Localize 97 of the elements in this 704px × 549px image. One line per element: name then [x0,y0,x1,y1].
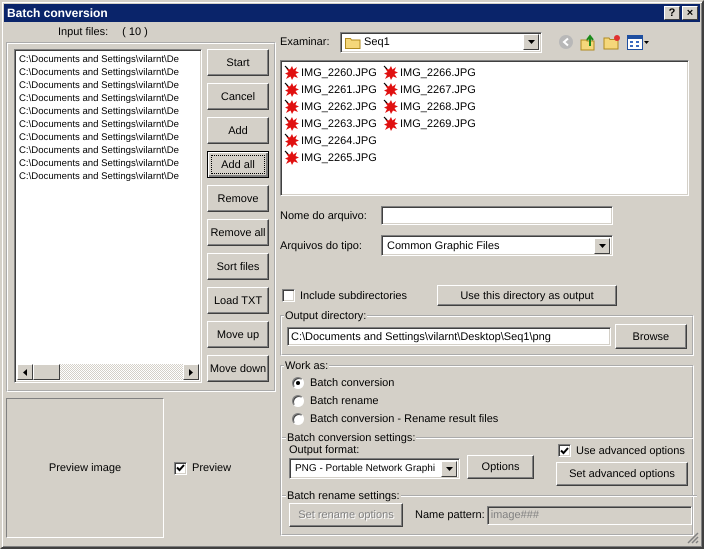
window-title: Batch conversion [7,6,109,20]
image-file-icon [284,116,300,132]
image-file-item[interactable]: IMG_2261.JPG [284,81,383,98]
image-file-icon [284,132,300,148]
resize-grip[interactable] [687,532,699,544]
help-button[interactable]: ? [664,6,680,20]
close-button[interactable]: × [682,6,698,20]
new-folder-icon[interactable] [603,34,621,50]
horizontal-scrollbar[interactable] [17,364,199,380]
output-directory-field[interactable]: C:\Documents and Settings\vilarnt\Desktop\Seq1\png [287,327,611,346]
file-path[interactable]: C:\Documents and Settings\vilarnt\De [19,92,179,105]
list-action-button[interactable]: Load TXT [207,287,269,314]
image-file-item[interactable]: IMG_2263.JPG [284,115,383,132]
right-arrow-icon [189,368,193,376]
file-name-label: Nome do arquivo: [280,210,368,222]
list-action-button[interactable]: Add [207,117,269,144]
list-action-button[interactable]: Add all [207,151,269,178]
folder-name: Seq1 [363,36,391,48]
file-count: ( 10 ) [122,26,148,38]
radio-button[interactable] [292,377,304,389]
caret-icon [528,40,534,44]
up-folder-icon[interactable] [580,34,597,50]
options-button[interactable]: Options [467,455,534,479]
file-path[interactable]: C:\Documents and Settings\vilarnt\De [19,118,179,131]
view-menu-icon[interactable] [627,34,649,50]
checkbox-label[interactable]: Include subdirectories [300,290,408,302]
browse-button[interactable]: Browse [614,324,687,349]
look-in-label: Examinar: [280,36,331,48]
checkbox[interactable] [558,444,571,457]
caret-icon [598,244,606,248]
checkbox-label[interactable]: Use advanced options [576,444,685,456]
file-type-label: Arquivos do tipo: [280,240,363,252]
image-file-item[interactable]: IMG_2268.JPG [383,98,482,115]
image-file-icon [383,64,399,80]
radio-button[interactable] [292,413,304,425]
file-type-dropdown[interactable]: Common Graphic Files [381,235,613,256]
file-path[interactable]: C:\Documents and Settings\vilarnt\De [19,53,179,66]
group-label: Batch conversion settings: [286,432,416,444]
group-label: Work as: [284,360,330,372]
image-file-icon [284,64,300,80]
output-format-label: Output format: [289,444,360,456]
image-file-icon [284,150,300,166]
group-label: Batch rename settings: [286,490,401,502]
list-action-button[interactable]: Move up [207,321,269,348]
group-label: Output directory: [284,310,368,322]
image-file-item[interactable]: IMG_2266.JPG [383,64,482,81]
folder-dropdown[interactable]: Seq1 [340,32,542,52]
image-file-item[interactable]: IMG_2262.JPG [284,98,383,115]
left-arrow-icon [23,368,27,376]
advanced-options-button[interactable]: Set advanced options [556,462,688,486]
radio-label[interactable]: Batch conversion - Rename result files [310,413,498,425]
image-file-item[interactable]: IMG_2267.JPG [383,81,482,98]
file-path[interactable]: C:\Documents and Settings\vilarnt\De [19,131,179,144]
input-files-label: Input files: [58,26,108,38]
dropdown-button[interactable] [594,238,610,254]
preview-image-panel: Preview image [6,398,164,538]
scroll-left-button[interactable] [17,364,33,380]
list-action-button[interactable]: Start [207,49,269,76]
file-type-value: Common Graphic Files [386,240,500,252]
dropdown-button[interactable] [523,34,539,50]
file-name-field[interactable] [381,206,613,225]
file-path[interactable]: C:\Documents and Settings\vilarnt\De [19,157,179,170]
file-path[interactable]: C:\Documents and Settings\vilarnt\De [19,105,179,118]
file-path[interactable]: C:\Documents and Settings\vilarnt\De [19,170,179,183]
scroll-thumb[interactable] [33,364,60,380]
image-file-item[interactable]: IMG_2265.JPG [284,149,383,166]
caret-icon [446,466,452,470]
list-action-button[interactable]: Remove [207,185,269,212]
list-action-button[interactable]: Remove all [207,219,269,246]
list-action-button[interactable]: Sort files [207,253,269,280]
radio-label[interactable]: Batch conversion [310,377,394,389]
image-file-item[interactable]: IMG_2260.JPG [284,64,383,81]
image-file-icon [284,98,300,114]
file-path[interactable]: C:\Documents and Settings\vilarnt\De [19,66,179,79]
dropdown-button[interactable] [441,460,457,476]
checkbox-label[interactable]: Preview [192,462,232,474]
input-file-list[interactable] [14,49,202,383]
output-format-dropdown[interactable]: PNG - Portable Network Graphi [289,458,460,479]
checkbox[interactable] [174,462,187,474]
file-path[interactable]: C:\Documents and Settings\vilarnt\De [19,144,179,157]
image-file-item[interactable]: IMG_2269.JPG [383,115,482,132]
image-file-icon [383,116,399,132]
radio-button[interactable] [292,395,304,407]
use-directory-button[interactable]: Use this directory as output [437,285,618,306]
output-format-value: PNG - Portable Network Graphi [294,463,436,474]
image-file-icon [383,82,399,98]
image-file-icon [383,98,399,114]
folder-icon [345,36,361,48]
image-file-item[interactable]: IMG_2264.JPG [284,132,383,149]
radio-label[interactable]: Batch rename [310,395,378,407]
image-file-icon [284,82,300,98]
list-action-button[interactable]: Cancel [207,83,269,110]
file-path[interactable]: C:\Documents and Settings\vilarnt\De [19,79,179,92]
name-pattern-label: Name pattern: [415,509,485,521]
scroll-right-button[interactable] [183,364,199,380]
checkbox[interactable] [282,289,295,302]
list-action-button[interactable]: Move down [207,355,269,382]
